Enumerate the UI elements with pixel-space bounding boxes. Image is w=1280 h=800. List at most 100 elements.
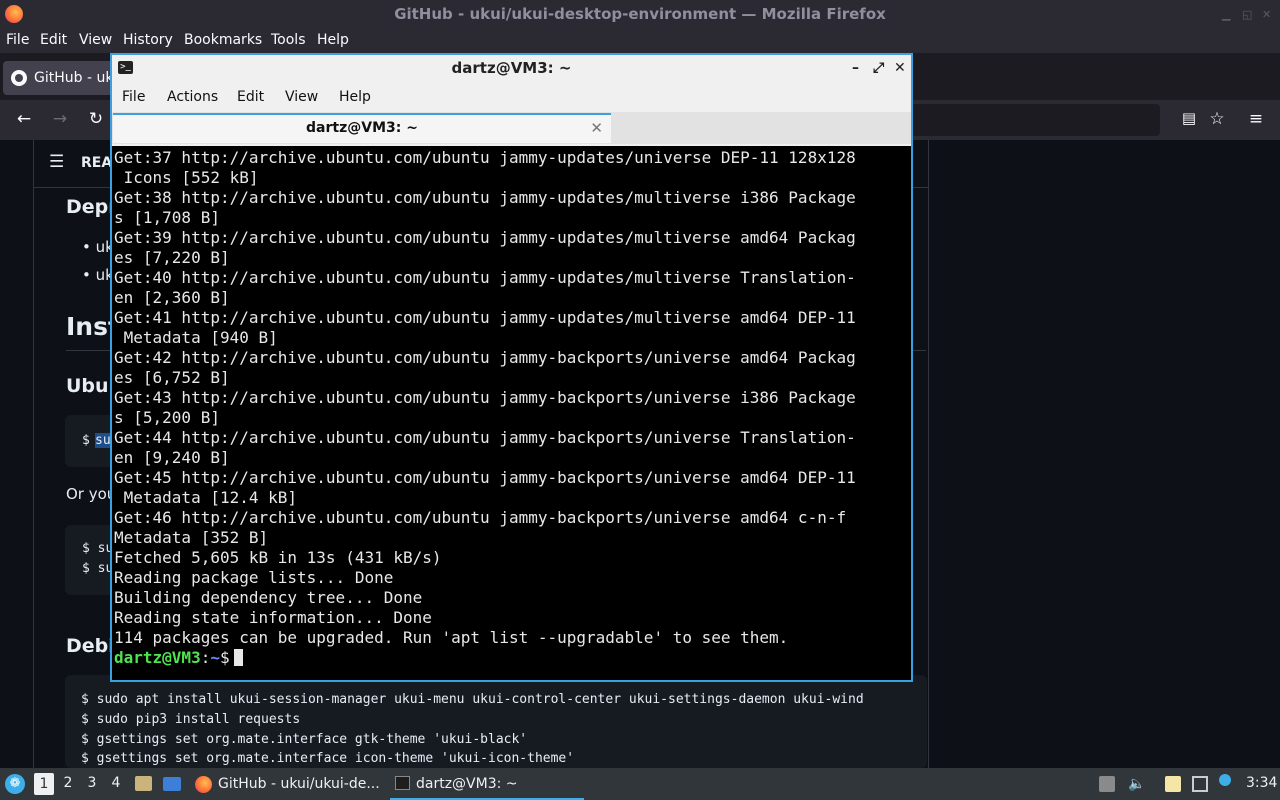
file-manager-icon[interactable]: [135, 776, 152, 791]
back-icon[interactable]: ←: [12, 109, 36, 129]
workspace-1[interactable]: 1: [34, 773, 54, 795]
maximize-icon[interactable]: ⤢: [873, 55, 884, 82]
output-line: Fetched 5,605 kB in 13s (431 kB/s): [114, 548, 442, 567]
workspace-2[interactable]: 2: [58, 775, 78, 791]
output-line: Metadata [940 B]: [114, 328, 278, 347]
code-line: $ sudo pip3 install requests: [81, 712, 301, 727]
terminal-tab[interactable]: dartz@VM3: ~ ✕: [113, 113, 611, 143]
task-firefox[interactable]: GitHub - ukui/ukui-de...: [192, 768, 384, 800]
output-line: 114 packages can be upgraded. Run 'apt l…: [114, 628, 789, 647]
hamburger-menu-icon[interactable]: ≡: [1244, 109, 1268, 129]
tab-close-icon[interactable]: ✕: [590, 115, 603, 142]
terminal-tab-label: dartz@VM3: ~: [306, 120, 418, 136]
tab-label: GitHub - uku: [34, 70, 122, 86]
terminal-output[interactable]: Get:37 http://archive.ubuntu.com/ubuntu …: [112, 146, 911, 680]
terminal-icon: >_: [118, 61, 133, 74]
firefox-icon: [195, 776, 212, 793]
readme-label[interactable]: REA: [81, 155, 112, 171]
menu-tools[interactable]: Tools: [271, 32, 306, 48]
output-line: Get:45 http://archive.ubuntu.com/ubuntu …: [114, 468, 856, 487]
output-line: Icons [552 kB]: [114, 168, 259, 187]
window-title: GitHub - ukui/ukui-desktop-environment —…: [394, 5, 886, 23]
term-menu-view[interactable]: View: [285, 89, 318, 105]
output-line: en [9,240 B]: [114, 448, 230, 467]
volume-icon[interactable]: 🔈: [1128, 776, 1145, 792]
output-line: Metadata [352 B]: [114, 528, 269, 547]
prompt-user: dartz@VM3: [114, 648, 201, 667]
output-line: Get:40 http://archive.ubuntu.com/ubuntu …: [114, 268, 856, 287]
terminal-menubar: File Actions Edit View Help: [112, 82, 911, 112]
firefox-titlebar: GitHub - ukui/ukui-desktop-environment —…: [0, 0, 1280, 29]
menu-file[interactable]: File: [6, 32, 29, 48]
output-line: Metadata [12.4 kB]: [114, 488, 298, 507]
workspace-4[interactable]: 4: [106, 775, 126, 791]
output-line: Building dependency tree... Done: [114, 588, 423, 607]
reader-view-icon[interactable]: ▤: [1177, 109, 1201, 127]
terminal-window[interactable]: >_ dartz@VM3: ~ – ⤢ ✕ File Actions Edit …: [110, 53, 913, 682]
output-line: en [2,360 B]: [114, 288, 230, 307]
notification-icon[interactable]: [1219, 774, 1231, 786]
terminal-icon: [395, 776, 410, 790]
code-line: $ gsettings set org.mate.interface gtk-t…: [81, 732, 528, 747]
close-icon[interactable]: ✕: [894, 55, 906, 82]
minimize-icon[interactable]: ▁: [1222, 0, 1230, 29]
code-line: $ gsettings set org.mate.interface icon-…: [81, 751, 575, 766]
show-desktop-icon[interactable]: [163, 777, 181, 791]
bookmark-star-icon[interactable]: ☆: [1205, 109, 1229, 129]
terminal-titlebar[interactable]: >_ dartz@VM3: ~ – ⤢ ✕: [112, 55, 911, 82]
menu-view[interactable]: View: [79, 32, 112, 48]
output-line: Get:41 http://archive.ubuntu.com/ubuntu …: [114, 308, 856, 327]
prompt-path: ~: [210, 648, 220, 667]
text-cursor: [233, 649, 243, 666]
network-icon[interactable]: [1192, 776, 1208, 792]
clock[interactable]: 3:34: [1246, 775, 1277, 791]
minimize-icon[interactable]: –: [852, 55, 859, 82]
reload-icon[interactable]: ↻: [84, 109, 108, 129]
term-menu-file[interactable]: File: [122, 89, 145, 105]
output-line: Get:37 http://archive.ubuntu.com/ubuntu …: [114, 148, 856, 167]
task-terminal[interactable]: dartz@VM3: ~: [390, 768, 584, 800]
output-line: Get:39 http://archive.ubuntu.com/ubuntu …: [114, 228, 856, 247]
maximize-icon[interactable]: ◱: [1242, 0, 1252, 29]
output-line: Get:44 http://archive.ubuntu.com/ubuntu …: [114, 428, 856, 447]
firefox-menubar: File Edit View History Bookmarks Tools H…: [0, 29, 1280, 53]
output-line: Reading state information... Done: [114, 608, 432, 627]
menu-bookmarks[interactable]: Bookmarks: [184, 32, 262, 48]
github-icon: [11, 70, 27, 86]
output-line: Get:43 http://archive.ubuntu.com/ubuntu …: [114, 388, 856, 407]
term-menu-help[interactable]: Help: [339, 89, 371, 105]
term-menu-actions[interactable]: Actions: [167, 89, 218, 105]
output-line: Get:46 http://archive.ubuntu.com/ubuntu …: [114, 508, 847, 527]
code-line: $ su: [82, 541, 114, 556]
output-line: es [7,220 B]: [114, 248, 230, 267]
workspace-3[interactable]: 3: [82, 775, 102, 791]
output-line: es [6,752 B]: [114, 368, 230, 387]
task-label: GitHub - ukui/ukui-de...: [218, 776, 380, 792]
url-bar[interactable]: [900, 104, 1160, 136]
shell-prompt[interactable]: dartz@VM3:~$: [114, 648, 243, 668]
code-line: $: [82, 433, 90, 448]
menu-edit[interactable]: Edit: [40, 32, 67, 48]
output-line: s [5,200 B]: [114, 408, 220, 427]
forward-icon[interactable]: →: [48, 109, 72, 129]
code-line: $ su: [82, 561, 114, 576]
output-line: s [1,708 B]: [114, 208, 220, 227]
taskbar: ❁ 1 2 3 4 GitHub - ukui/ukui-de... dartz…: [0, 768, 1280, 800]
term-menu-edit[interactable]: Edit: [237, 89, 264, 105]
menu-history[interactable]: History: [123, 32, 173, 48]
firefox-icon: [5, 5, 23, 23]
menu-help[interactable]: Help: [317, 32, 349, 48]
code-line: $ sudo apt install ukui-session-manager …: [81, 692, 864, 707]
terminal-tabbar: dartz@VM3: ~ ✕: [112, 112, 911, 144]
prompt-symbol: $: [219, 648, 230, 667]
paragraph: Or you: [66, 485, 117, 503]
terminal-title: dartz@VM3: ~: [451, 59, 572, 77]
start-menu-icon[interactable]: ❁: [5, 774, 25, 794]
clipboard-icon[interactable]: [1099, 776, 1115, 792]
output-line: Get:42 http://archive.ubuntu.com/ubuntu …: [114, 348, 856, 367]
outline-icon[interactable]: ☰: [49, 152, 64, 172]
output-line: Reading package lists... Done: [114, 568, 394, 587]
notes-icon[interactable]: [1165, 776, 1181, 792]
close-icon[interactable]: ✕: [1262, 0, 1271, 29]
code-block: $ sudo apt install ukui-session-manager …: [65, 675, 927, 768]
